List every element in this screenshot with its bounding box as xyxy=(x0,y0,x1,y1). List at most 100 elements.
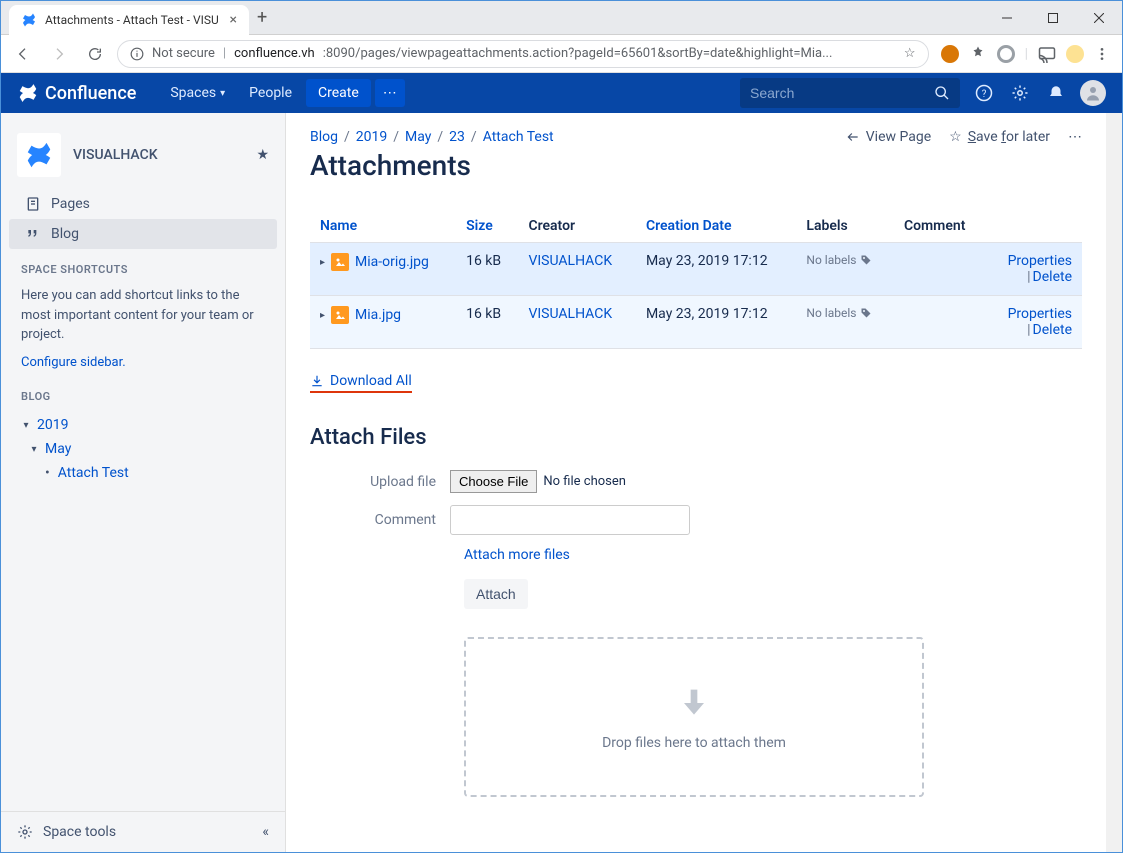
scrollbar[interactable] xyxy=(1106,113,1122,852)
col-size[interactable]: Size xyxy=(456,210,518,243)
confluence-logo[interactable]: Confluence xyxy=(17,82,136,104)
configure-sidebar-link[interactable]: Configure sidebar. xyxy=(21,355,126,370)
file-link[interactable]: Mia-orig.jpg xyxy=(355,254,429,270)
forward-button[interactable] xyxy=(45,40,73,68)
url-input[interactable]: Not secure | confluence.vh:8090/pages/vi… xyxy=(117,40,929,68)
no-file-label: No file chosen xyxy=(543,474,626,489)
collapse-sidebar-icon[interactable]: « xyxy=(262,824,269,840)
url-host: confluence.vh xyxy=(234,46,315,61)
confluence-logo-icon xyxy=(17,82,39,104)
reload-button[interactable] xyxy=(81,40,109,68)
create-button[interactable]: Create xyxy=(306,79,371,107)
space-tools-link[interactable]: Space tools xyxy=(43,824,116,840)
image-file-icon xyxy=(331,306,349,324)
comment-input[interactable] xyxy=(450,505,690,535)
chevron-down-icon[interactable]: ▾ xyxy=(27,444,41,455)
tree-month[interactable]: ▾May xyxy=(9,437,277,461)
image-file-icon xyxy=(331,253,349,271)
nav-people[interactable]: People xyxy=(239,79,302,107)
attach-button[interactable]: Attach xyxy=(464,579,528,609)
browser-titlebar: Attachments - Attach Test - VISU × + xyxy=(1,1,1122,35)
tree-page[interactable]: •Attach Test xyxy=(9,461,277,485)
breadcrumb-link[interactable]: Blog xyxy=(310,129,338,145)
more-actions-icon[interactable]: ⋯ xyxy=(1068,129,1082,145)
help-icon[interactable]: ? xyxy=(972,81,996,105)
delete-link[interactable]: Delete xyxy=(1033,269,1072,285)
breadcrumb-link[interactable]: Attach Test xyxy=(483,129,554,145)
logo-text: Confluence xyxy=(45,83,136,104)
window-maximize-button[interactable] xyxy=(1030,1,1076,35)
profile-avatar-icon[interactable] xyxy=(1066,45,1084,63)
col-name[interactable]: Name xyxy=(310,210,456,243)
breadcrumb-link[interactable]: May xyxy=(405,129,431,145)
labels-cell: No labels xyxy=(806,306,884,320)
new-tab-button[interactable]: + xyxy=(257,7,267,28)
settings-icon[interactable] xyxy=(1008,81,1032,105)
extension-icon[interactable] xyxy=(969,45,987,63)
upload-file-label: Upload file xyxy=(310,474,450,490)
chevron-down-icon[interactable]: ▾ xyxy=(19,420,33,431)
file-date: May 23, 2019 17:12 xyxy=(636,243,796,296)
window-close-button[interactable] xyxy=(1076,1,1122,35)
col-comment[interactable]: Comment xyxy=(894,210,986,243)
breadcrumb-link[interactable]: 23 xyxy=(449,129,465,145)
create-more-button[interactable]: ⋯ xyxy=(375,79,405,107)
creator-link[interactable]: VISUALHACK xyxy=(528,253,612,269)
window-minimize-button[interactable] xyxy=(984,1,1030,35)
sidebar-footer: Space tools « xyxy=(1,811,285,852)
gear-icon[interactable] xyxy=(17,824,33,840)
expand-row-icon[interactable]: ▸ xyxy=(320,310,325,321)
sidebar-item-label: Blog xyxy=(51,226,79,242)
space-name: VISUALHACK xyxy=(73,147,158,163)
col-date[interactable]: Creation Date xyxy=(636,210,796,243)
browser-tab[interactable]: Attachments - Attach Test - VISU × xyxy=(9,5,249,35)
confluence-topbar: Confluence Spaces ▾ People Create ⋯ ? xyxy=(1,73,1122,113)
file-size: 16 kB xyxy=(456,296,518,349)
dropzone-hint: Drop files here to attach them xyxy=(602,735,786,751)
search-box[interactable] xyxy=(740,78,960,108)
extension-icon[interactable] xyxy=(997,45,1015,63)
security-label: Not secure xyxy=(152,46,215,61)
expand-row-icon[interactable]: ▸ xyxy=(320,257,325,268)
view-page-button[interactable]: View Page xyxy=(846,129,931,145)
search-icon xyxy=(934,85,950,101)
tag-icon[interactable] xyxy=(860,307,872,319)
col-labels[interactable]: Labels xyxy=(796,210,894,243)
sidebar-section-shortcuts: SPACE SHORTCUTS xyxy=(1,249,285,282)
arrow-down-icon xyxy=(674,683,714,723)
breadcrumbs: Blog/ 2019/ May/ 23/ Attach Test xyxy=(310,129,554,145)
file-date: May 23, 2019 17:12 xyxy=(636,296,796,349)
dropzone[interactable]: Drop files here to attach them xyxy=(464,637,924,797)
notifications-icon[interactable] xyxy=(1044,81,1068,105)
search-input[interactable] xyxy=(750,85,934,101)
back-button[interactable] xyxy=(9,40,37,68)
extension-icon[interactable] xyxy=(941,45,959,63)
choose-file-button[interactable]: Choose File xyxy=(450,470,537,493)
file-link[interactable]: Mia.jpg xyxy=(355,307,401,323)
user-avatar[interactable] xyxy=(1080,80,1106,106)
save-for-later-button[interactable]: ☆ Save for later xyxy=(949,129,1050,145)
delete-link[interactable]: Delete xyxy=(1033,322,1072,338)
sidebar-item-blog[interactable]: Blog xyxy=(9,219,277,249)
space-header[interactable]: VISUALHACK ★ xyxy=(1,113,285,189)
sidebar-item-pages[interactable]: Pages xyxy=(9,189,277,219)
tag-icon[interactable] xyxy=(860,254,872,266)
cast-icon[interactable] xyxy=(1038,45,1056,63)
url-path: :8090/pages/viewpageattachments.action?p… xyxy=(323,46,833,61)
tab-close-icon[interactable]: × xyxy=(230,12,237,28)
breadcrumb-link[interactable]: 2019 xyxy=(356,129,387,145)
main-content: Blog/ 2019/ May/ 23/ Attach Test Attachm… xyxy=(286,113,1106,852)
download-all-link[interactable]: Download All xyxy=(310,373,412,393)
nav-spaces[interactable]: Spaces ▾ xyxy=(160,79,235,107)
attach-more-files-link[interactable]: Attach more files xyxy=(464,547,1082,563)
properties-link[interactable]: Properties xyxy=(1008,253,1072,269)
tree-year[interactable]: ▾2019 xyxy=(9,413,277,437)
creator-link[interactable]: VISUALHACK xyxy=(528,306,612,322)
col-creator[interactable]: Creator xyxy=(518,210,636,243)
bookmark-star-icon[interactable]: ☆ xyxy=(904,46,916,61)
properties-link[interactable]: Properties xyxy=(1008,306,1072,322)
browser-menu-icon[interactable] xyxy=(1094,46,1110,62)
file-size: 16 kB xyxy=(456,243,518,296)
sidebar-section-blog: BLOG xyxy=(1,376,285,409)
star-icon[interactable]: ★ xyxy=(256,147,269,163)
